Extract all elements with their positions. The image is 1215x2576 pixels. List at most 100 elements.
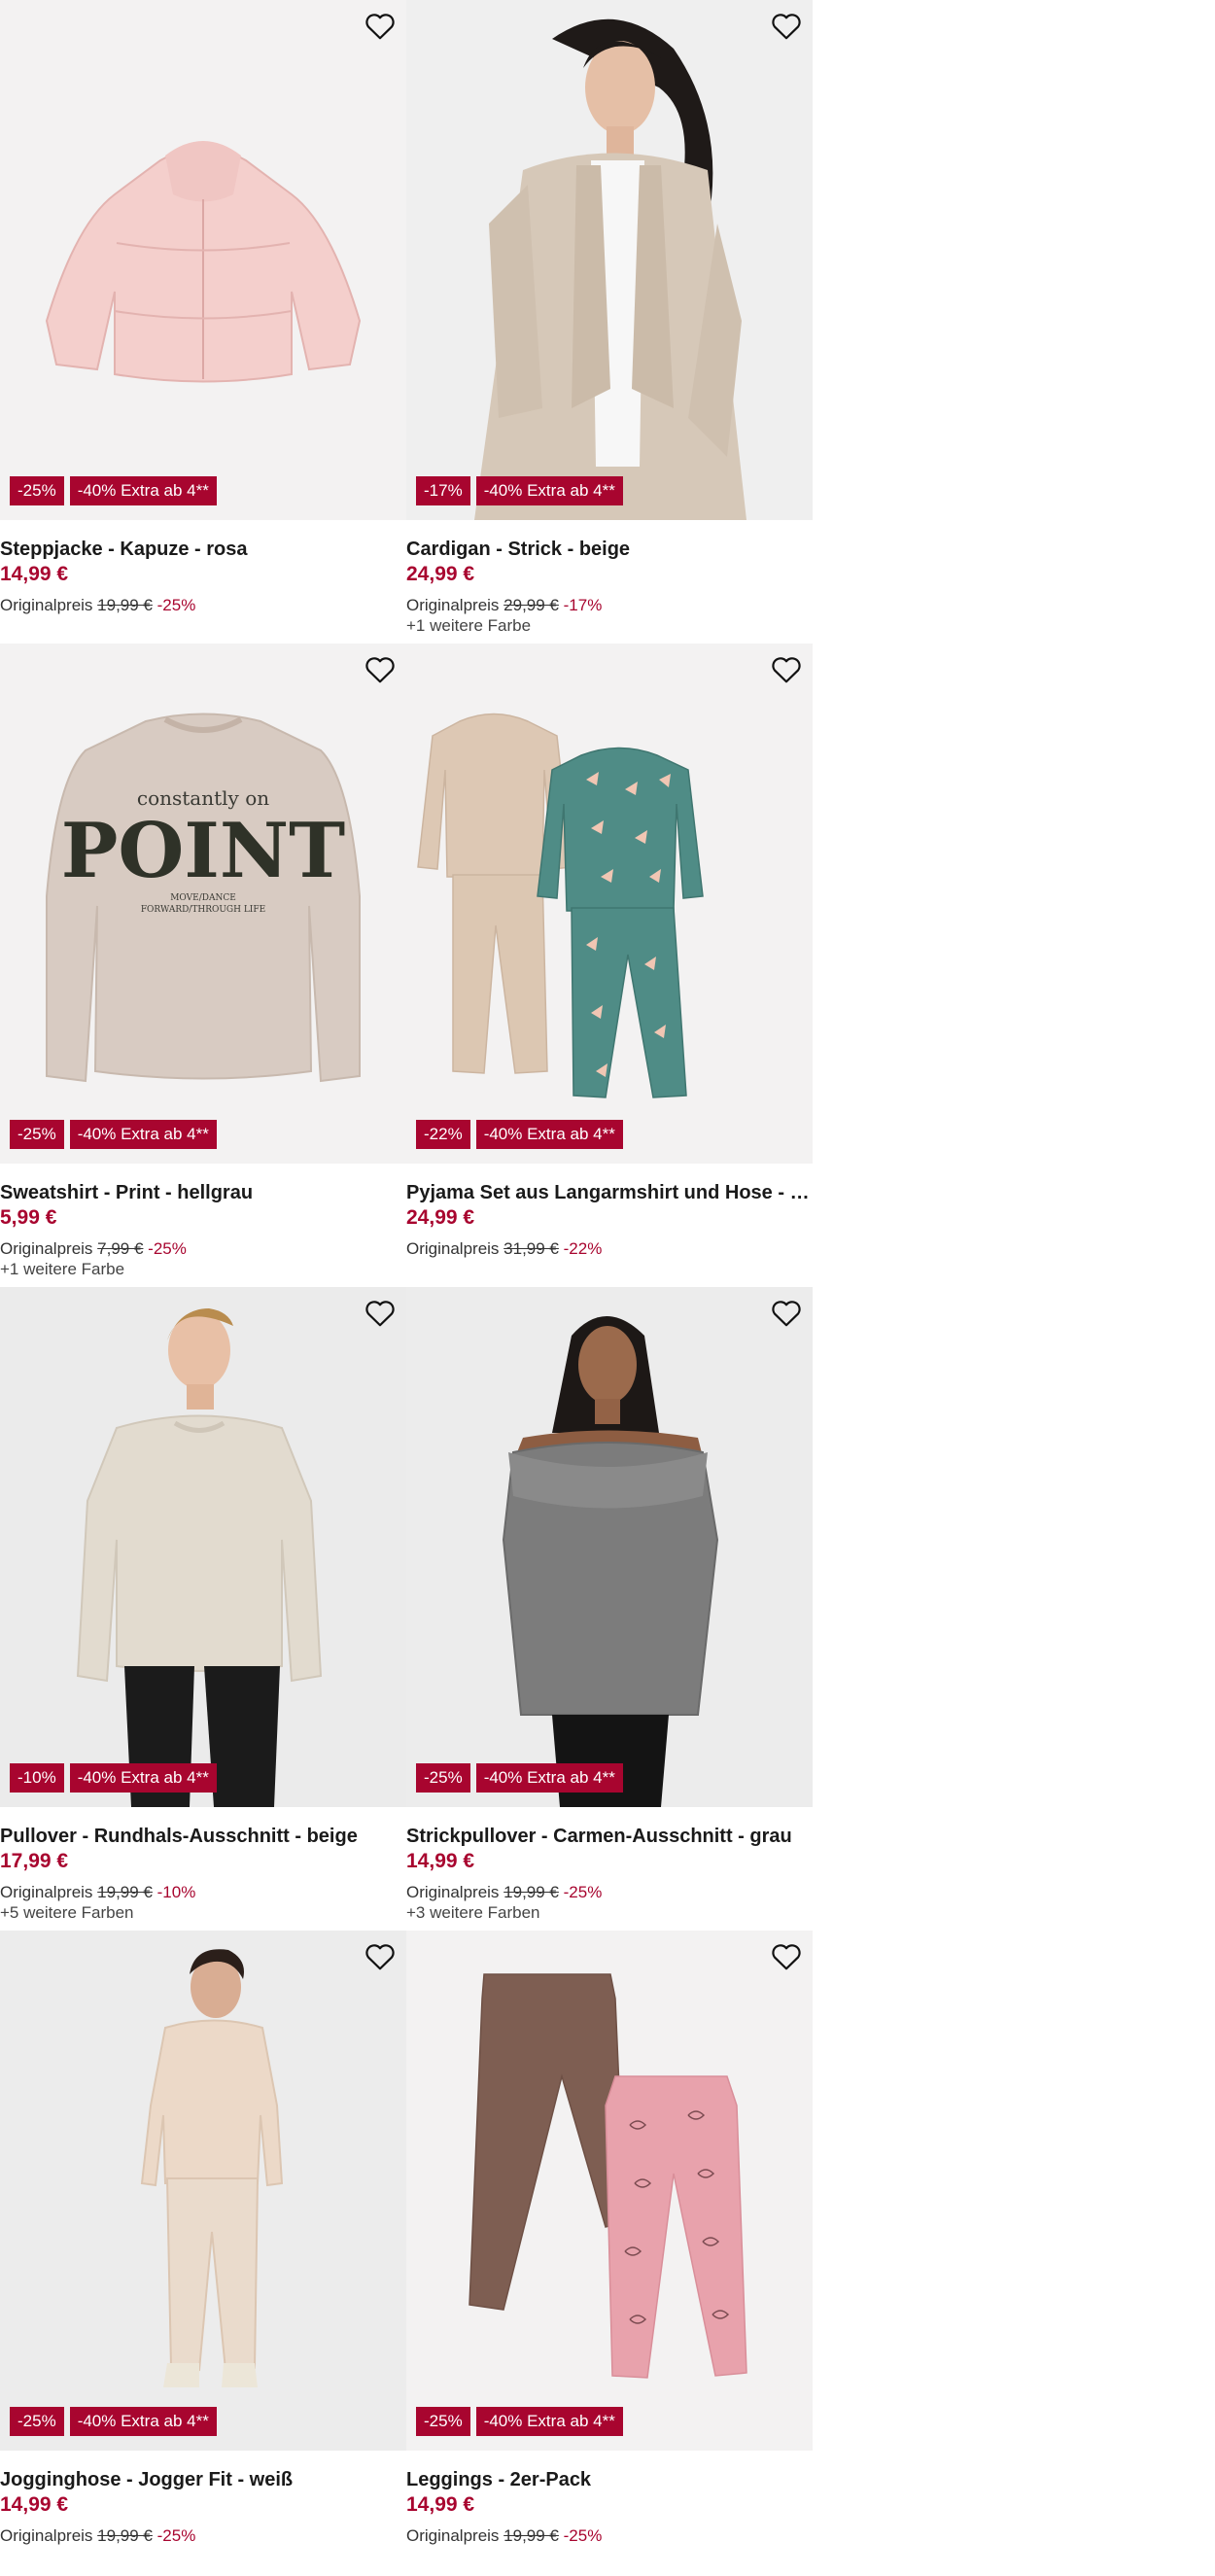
extra-discount-badge: -40% Extra ab 4**: [69, 2407, 217, 2436]
badge-group: -25% -40% Extra ab 4**: [10, 1120, 217, 1149]
discount-badge: -10%: [10, 1763, 64, 1793]
original-price-line: Originalpreis 19,99 € -25%: [406, 1882, 813, 1903]
discount-text: -25%: [563, 1883, 603, 1901]
wishlist-heart-icon[interactable]: [770, 1299, 803, 1328]
wishlist-heart-icon[interactable]: [770, 655, 803, 684]
print-line1-text: MOVE/DANCE: [170, 893, 236, 903]
product-info: Jogginghose - Jogger Fit - weiß 14,99 € …: [0, 2467, 406, 2547]
product-info: Pullover - Rundhals-Ausschnitt - beige 1…: [0, 1824, 406, 1923]
model-jogger-set-image: [0, 1931, 406, 2451]
product-price: 14,99 €: [0, 2493, 69, 2516]
model-beige-pullover-image: [0, 1287, 406, 1807]
product-image[interactable]: constantly on POINT MOVE/DANCE FORWARD/T…: [0, 644, 406, 1164]
pink-puffer-jacket-image: [0, 0, 406, 520]
extra-discount-badge: -40% Extra ab 4**: [69, 1120, 217, 1149]
original-price-label: Originalpreis: [406, 2526, 500, 2545]
original-price-line: Originalpreis 31,99 € -22%: [406, 1238, 813, 1260]
product-info: Cardigan - Strick - beige 24,99 € Origin…: [406, 537, 813, 636]
model-grey-offshoulder-image: [406, 1287, 813, 1807]
extra-discount-badge: -40% Extra ab 4**: [475, 1120, 623, 1149]
badge-group: -25% -40% Extra ab 4**: [10, 476, 217, 505]
original-price-label: Originalpreis: [406, 1883, 500, 1901]
product-info: Strickpullover - Carmen-Ausschnitt - gra…: [406, 1824, 813, 1923]
extra-discount-badge: -40% Extra ab 4**: [475, 1763, 623, 1793]
product-image[interactable]: -17% -40% Extra ab 4**: [406, 0, 813, 520]
model-beige-cardigan-image: [406, 0, 813, 520]
original-price-label: Originalpreis: [0, 2526, 93, 2545]
original-price-line: Originalpreis 7,99 € -25%: [0, 1238, 406, 1260]
product-image[interactable]: -25% -40% Extra ab 4**: [0, 1931, 406, 2451]
original-price: 29,99 €: [503, 596, 559, 614]
original-price-label: Originalpreis: [0, 596, 93, 614]
discount-text: -25%: [156, 2526, 196, 2545]
product-price: 14,99 €: [406, 2493, 475, 2516]
original-price-line: Originalpreis 19,99 € -10%: [0, 1882, 406, 1903]
discount-badge: -25%: [416, 1763, 470, 1793]
print-big-text: POINT: [61, 807, 345, 895]
badge-group: -10% -40% Extra ab 4**: [10, 1763, 217, 1793]
print-line2-text: FORWARD/THROUGH LIFE: [141, 905, 265, 915]
original-price: 19,99 €: [97, 596, 153, 614]
product-title[interactable]: Cardigan - Strick - beige: [406, 537, 813, 562]
product-image[interactable]: -25% -40% Extra ab 4**: [406, 1931, 813, 2451]
product-card[interactable]: -25% -40% Extra ab 4** Leggings - 2er-Pa…: [406, 1931, 813, 2574]
product-image[interactable]: -25% -40% Extra ab 4**: [406, 1287, 813, 1807]
product-title[interactable]: Strickpullover - Carmen-Ausschnitt - gra…: [406, 1824, 813, 1849]
pyjama-set-image: [406, 644, 813, 1164]
original-price-label: Originalpreis: [406, 1239, 500, 1258]
product-info: Steppjacke - Kapuze - rosa 14,99 € Origi…: [0, 537, 406, 616]
discount-badge: -25%: [10, 2407, 64, 2436]
original-price: 19,99 €: [503, 1883, 559, 1901]
original-price-line: Originalpreis 19,99 € -25%: [0, 595, 406, 616]
discount-badge: -22%: [416, 1120, 470, 1149]
extra-discount-badge: -40% Extra ab 4**: [69, 476, 217, 505]
product-title[interactable]: Pyjama Set aus Langarmshirt und Hose - 2…: [406, 1180, 813, 1205]
discount-badge: -25%: [416, 2407, 470, 2436]
product-image[interactable]: -22% -40% Extra ab 4**: [406, 644, 813, 1164]
product-title[interactable]: Jogginghose - Jogger Fit - weiß: [0, 2467, 406, 2492]
product-price: 17,99 €: [0, 1850, 69, 1872]
product-info: Sweatshirt - Print - hellgrau 5,99 € Ori…: [0, 1180, 406, 1279]
discount-text: -10%: [156, 1883, 196, 1901]
wishlist-heart-icon[interactable]: [770, 12, 803, 41]
badge-group: -22% -40% Extra ab 4**: [416, 1120, 623, 1149]
product-card[interactable]: constantly on POINT MOVE/DANCE FORWARD/T…: [0, 644, 406, 1287]
original-price-label: Originalpreis: [406, 596, 500, 614]
product-title[interactable]: Pullover - Rundhals-Ausschnitt - beige: [0, 1824, 406, 1849]
more-colors[interactable]: +5 weitere Farben: [0, 1903, 406, 1923]
product-info: Pyjama Set aus Langarmshirt und Hose - 2…: [406, 1180, 813, 1260]
product-price: 24,99 €: [406, 1206, 475, 1229]
product-card[interactable]: -22% -40% Extra ab 4** Pyjama Set aus La…: [406, 644, 813, 1287]
more-colors[interactable]: +1 weitere Farbe: [0, 1260, 406, 1279]
product-price: 14,99 €: [406, 1850, 475, 1872]
discount-text: -22%: [563, 1239, 603, 1258]
original-price: 31,99 €: [503, 1239, 559, 1258]
product-card[interactable]: -17% -40% Extra ab 4** Cardigan - Strick…: [406, 0, 813, 644]
badge-group: -17% -40% Extra ab 4**: [416, 476, 623, 505]
product-card[interactable]: -25% -40% Extra ab 4** Jogginghose - Jog…: [0, 1931, 406, 2574]
badge-group: -25% -40% Extra ab 4**: [10, 2407, 217, 2436]
leggings-pack-image: [406, 1931, 813, 2451]
original-price: 7,99 €: [97, 1239, 144, 1258]
product-card[interactable]: -25% -40% Extra ab 4** Steppjacke - Kapu…: [0, 0, 406, 644]
wishlist-heart-icon[interactable]: [770, 1942, 803, 1971]
wishlist-heart-icon[interactable]: [364, 12, 397, 41]
wishlist-heart-icon[interactable]: [364, 655, 397, 684]
product-title[interactable]: Steppjacke - Kapuze - rosa: [0, 537, 406, 562]
product-title[interactable]: Leggings - 2er-Pack: [406, 2467, 813, 2492]
more-colors[interactable]: +3 weitere Farben: [406, 1903, 813, 1923]
discount-badge: -17%: [416, 476, 470, 505]
discount-badge: -25%: [10, 476, 64, 505]
product-card[interactable]: -10% -40% Extra ab 4** Pullover - Rundha…: [0, 1287, 406, 1931]
product-title[interactable]: Sweatshirt - Print - hellgrau: [0, 1180, 406, 1205]
original-price: 19,99 €: [97, 2526, 153, 2545]
product-card[interactable]: -25% -40% Extra ab 4** Strickpullover - …: [406, 1287, 813, 1931]
product-image[interactable]: -10% -40% Extra ab 4**: [0, 1287, 406, 1807]
more-colors[interactable]: +1 weitere Farbe: [406, 616, 813, 636]
discount-text: -17%: [563, 596, 603, 614]
wishlist-heart-icon[interactable]: [364, 1942, 397, 1971]
wishlist-heart-icon[interactable]: [364, 1299, 397, 1328]
product-image[interactable]: -25% -40% Extra ab 4**: [0, 0, 406, 520]
extra-discount-badge: -40% Extra ab 4**: [69, 1763, 217, 1793]
original-price: 19,99 €: [503, 2526, 559, 2545]
